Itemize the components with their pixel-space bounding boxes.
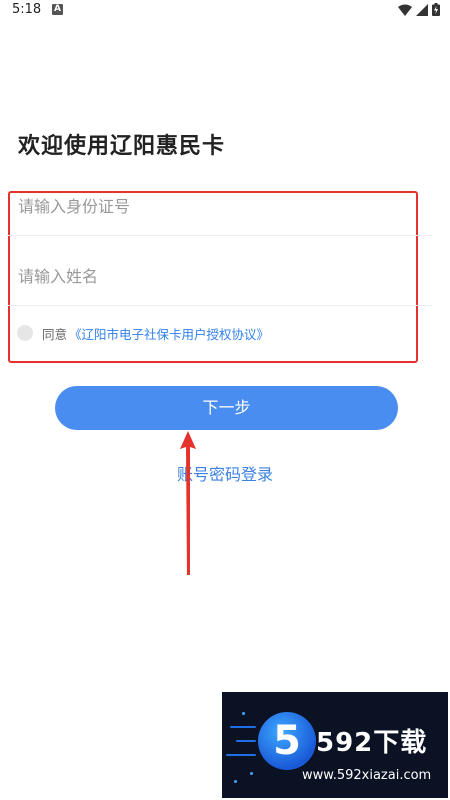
watermark: 5 592下载 www.592xiazai.com: [222, 692, 448, 798]
watermark-logo: 5: [258, 712, 316, 770]
agree-label: 同意: [42, 326, 68, 342]
agreement-link[interactable]: 《辽阳市电子社保卡用户授权协议》: [69, 324, 269, 343]
status-icons: [398, 3, 440, 16]
next-button[interactable]: 下一步: [55, 386, 398, 430]
signal-icon: [416, 3, 428, 16]
name-input[interactable]: [18, 248, 418, 305]
battery-icon: [432, 3, 440, 16]
id-number-input[interactable]: [18, 178, 418, 235]
account-password-login-link[interactable]: 账号密码登录: [0, 461, 450, 485]
watermark-logo-digit: 5: [273, 718, 301, 764]
wifi-icon: [398, 4, 412, 16]
status-time: 5:18: [12, 2, 42, 17]
agreement-row: 同意 《辽阳市电子社保卡用户授权协议》: [17, 322, 269, 344]
pointer-arrow-icon: [180, 431, 196, 575]
status-bar: 5:18 A: [0, 0, 450, 22]
watermark-url: www.592xiazai.com: [302, 768, 432, 783]
agreement-checkbox[interactable]: [17, 325, 33, 341]
page-title: 欢迎使用辽阳惠民卡: [18, 134, 226, 159]
id-number-row: [8, 178, 432, 236]
watermark-brand: 592下载: [316, 728, 428, 758]
name-row: [8, 248, 432, 306]
notification-a-icon: A: [52, 4, 63, 15]
